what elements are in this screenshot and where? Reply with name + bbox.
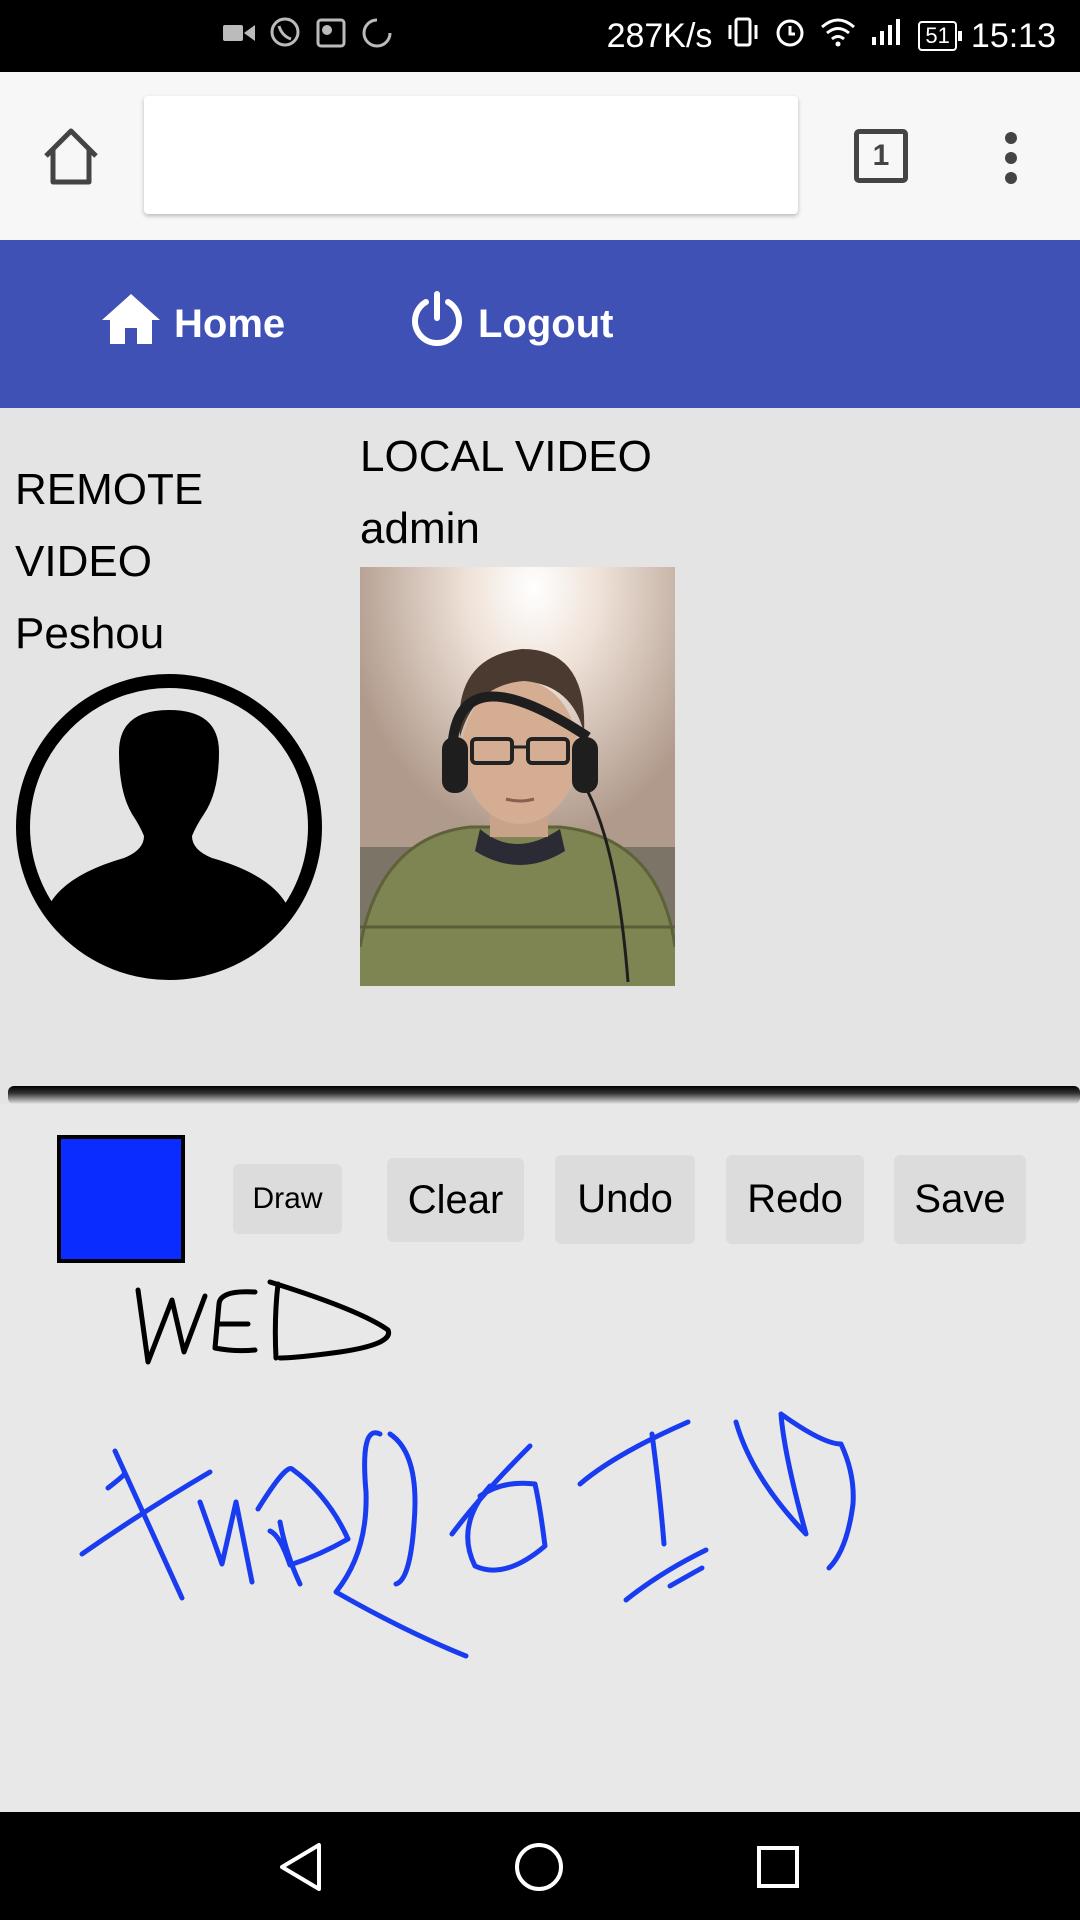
signal-icon (870, 17, 904, 56)
recents-icon[interactable] (756, 1845, 800, 1894)
system-nav-bar (0, 1812, 1080, 1920)
network-speed: 287K/s (606, 16, 713, 55)
app-navbar: Home Logout (0, 240, 1080, 408)
remote-video-title-line2: VIDEO (15, 537, 152, 586)
nav-home-label: Home (174, 301, 286, 346)
browser-toolbar: 1 (0, 72, 1080, 241)
alarm-icon (774, 16, 806, 57)
remote-avatar-icon (14, 672, 324, 982)
viber-icon (268, 16, 302, 50)
clock: 15:13 (970, 16, 1056, 55)
battery-icon: 51 (918, 21, 963, 51)
home-circle-icon[interactable] (514, 1842, 564, 1897)
whiteboard-drawing (79, 1279, 856, 1659)
local-video-title: LOCAL VIDEO (360, 432, 652, 481)
remote-user-name: Peshou (15, 609, 165, 658)
sync-icon (360, 16, 394, 50)
home-icon (100, 292, 162, 356)
section-divider (8, 1086, 1080, 1104)
nav-logout-label: Logout (478, 301, 614, 346)
browser-home-icon[interactable] (38, 124, 104, 190)
power-icon (408, 290, 466, 358)
remote-video-title-line1: REMOTE (15, 465, 204, 514)
status-bar: 287K/s 51 15:13 (0, 0, 1080, 72)
back-icon[interactable] (277, 1842, 325, 1897)
video-call-icon (222, 16, 256, 50)
wifi-icon (820, 17, 856, 56)
local-video-stream (360, 567, 675, 986)
url-bar[interactable] (144, 96, 798, 214)
nav-home-link[interactable]: Home (100, 240, 285, 408)
overflow-menu-icon[interactable] (996, 130, 1026, 186)
local-user-name: admin (360, 504, 480, 553)
maps-icon (314, 16, 348, 50)
tab-switcher-button[interactable]: 1 (854, 129, 908, 183)
nav-logout-link[interactable]: Logout (408, 240, 614, 408)
vibrate-icon (726, 17, 760, 56)
